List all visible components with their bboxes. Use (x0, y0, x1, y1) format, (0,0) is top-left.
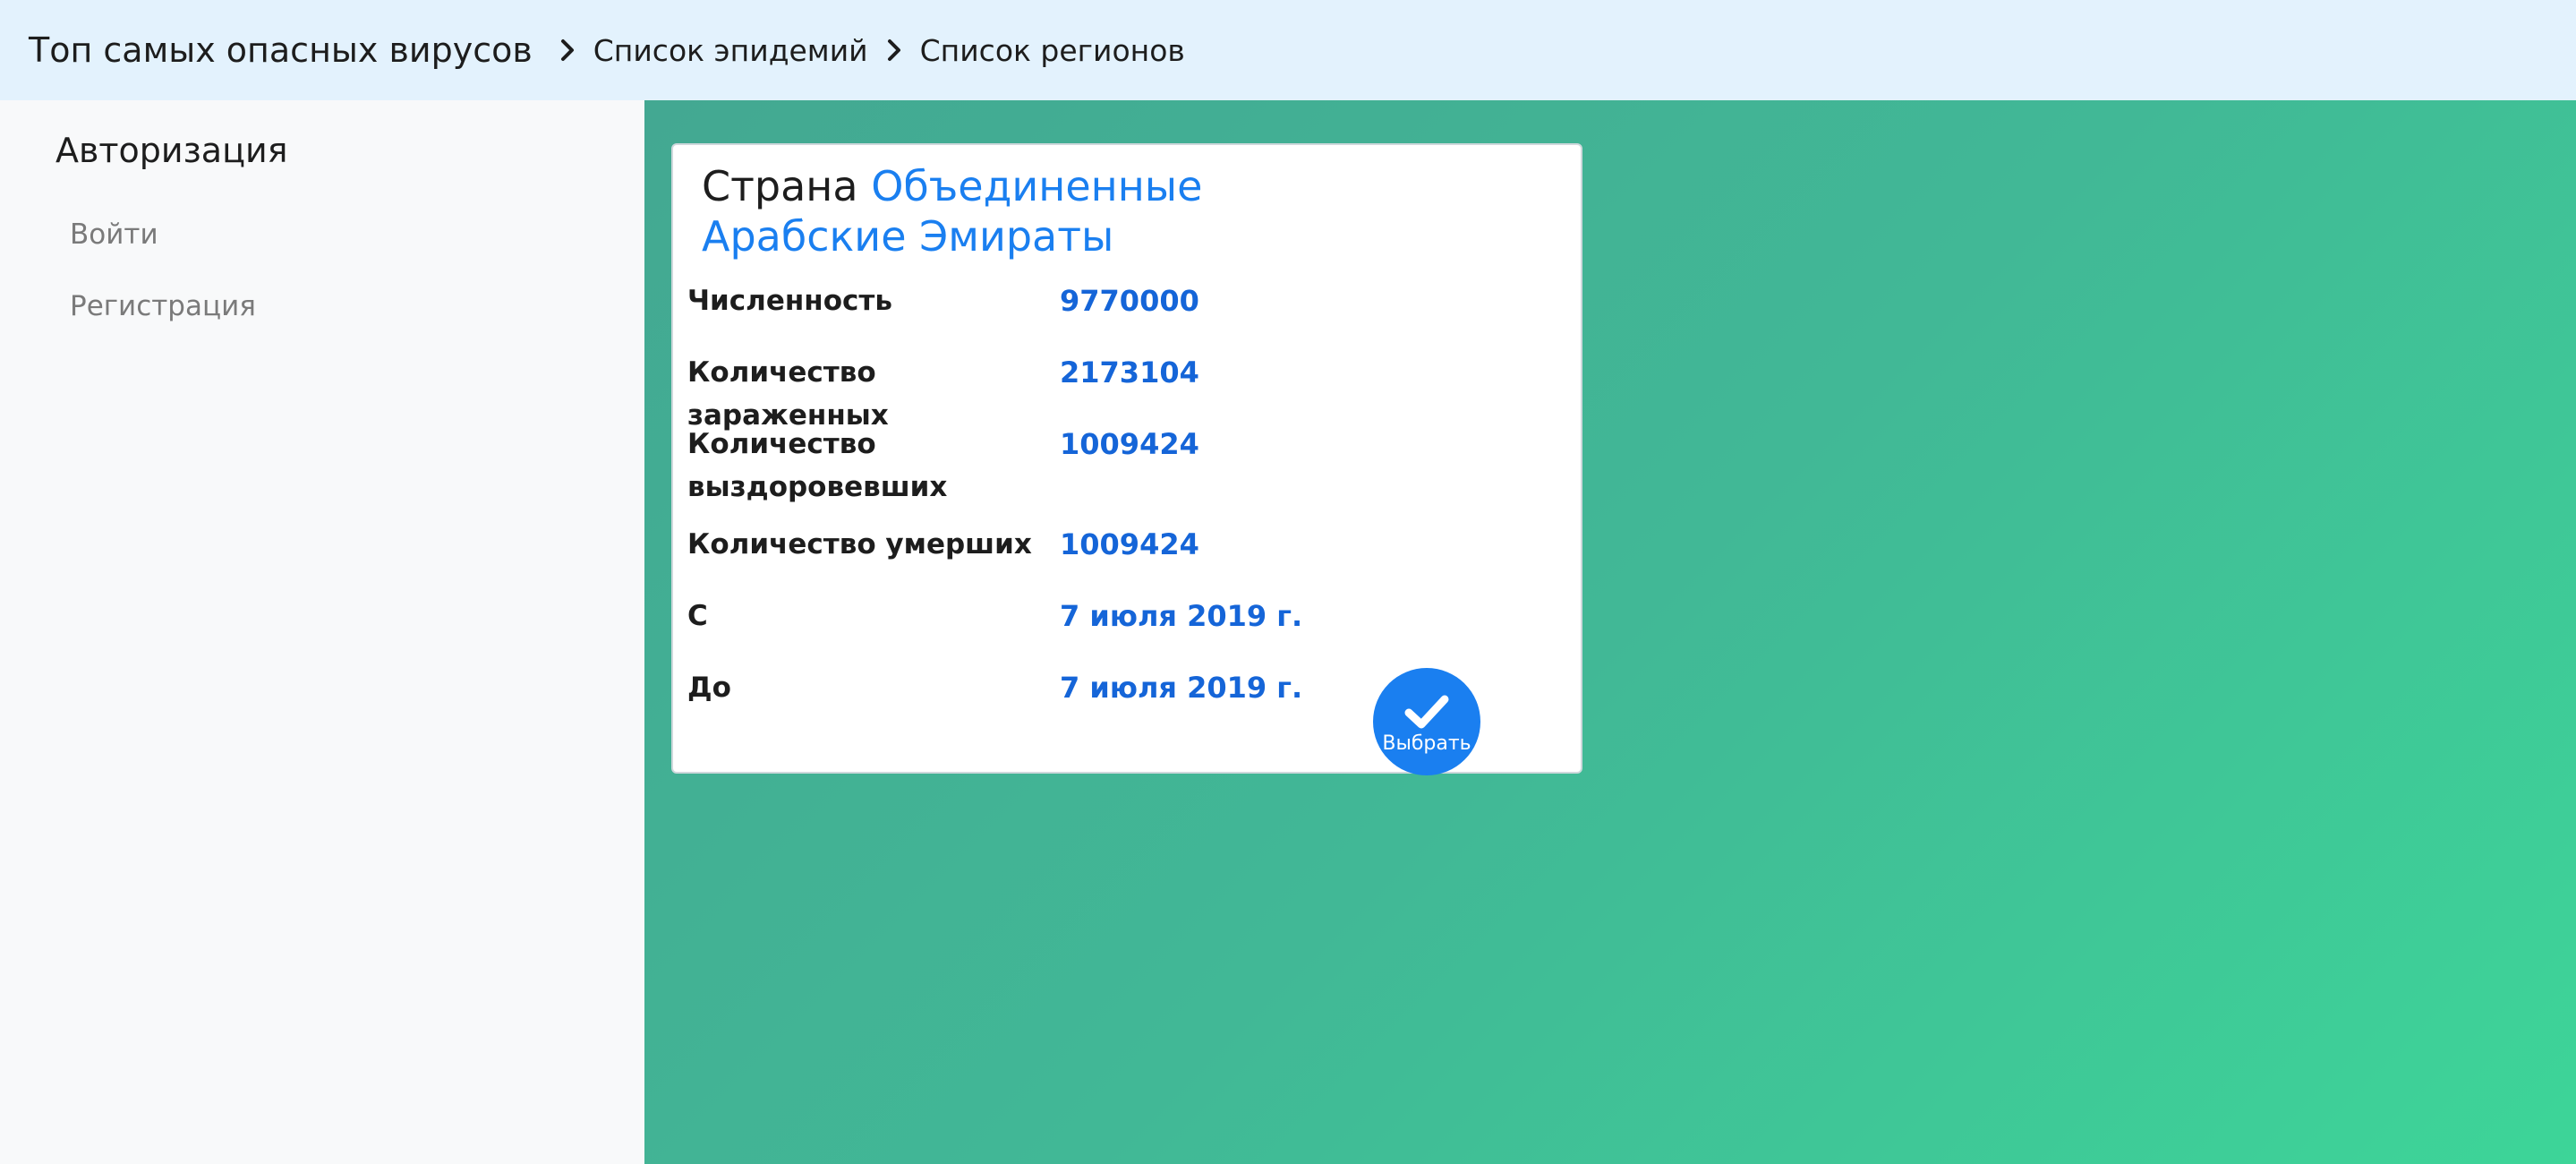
row-value-deaths: 1009424 (1060, 527, 1199, 561)
chevron-right-icon (887, 39, 900, 61)
row-label-to: До (687, 672, 731, 704)
breadcrumb-label[interactable]: Список эпидемий (593, 33, 868, 68)
row-value-recovered: 1009424 (1060, 427, 1199, 461)
chevron-right-icon (560, 39, 574, 61)
sidebar-item-register[interactable]: Регистрация (70, 290, 256, 322)
breadcrumb-epidemics[interactable]: Список эпидемий (559, 33, 868, 68)
select-button[interactable]: Выбрать (1373, 668, 1480, 775)
row-label-population: Численность (687, 285, 892, 317)
sidebar-title: Авторизация (55, 131, 288, 170)
row-label-recovered: Количество выздоровевших (687, 428, 948, 503)
check-icon (1404, 695, 1449, 728)
breadcrumb-regions[interactable]: Список регионов (886, 33, 1185, 68)
top-navbar: Топ самых опасных вирусов Список эпидеми… (0, 0, 2576, 100)
row-value-population: 9770000 (1060, 284, 1199, 318)
title-prefix: Страна (702, 162, 858, 210)
select-button-label: Выбрать (1382, 732, 1471, 755)
breadcrumb-label[interactable]: Список регионов (920, 33, 1185, 68)
row-label-from: С (687, 600, 708, 632)
main-content: Страна Объединенные Арабские Эмираты Чис… (644, 100, 2576, 1164)
row-value-from: 7 июля 2019 г. (1060, 599, 1303, 633)
sidebar-item-login[interactable]: Войти (70, 218, 158, 251)
row-label-deaths: Количество умерших (687, 528, 1032, 561)
brand-title[interactable]: Топ самых опасных вирусов (29, 30, 533, 70)
row-value-to: 7 июля 2019 г. (1060, 671, 1303, 705)
row-value-infected: 2173104 (1060, 355, 1199, 389)
card-title: Страна Объединенные Арабские Эмираты (702, 161, 1239, 261)
sidebar: Авторизация Войти Регистрация (0, 100, 644, 1164)
country-card: Страна Объединенные Арабские Эмираты Чис… (671, 143, 1582, 775)
